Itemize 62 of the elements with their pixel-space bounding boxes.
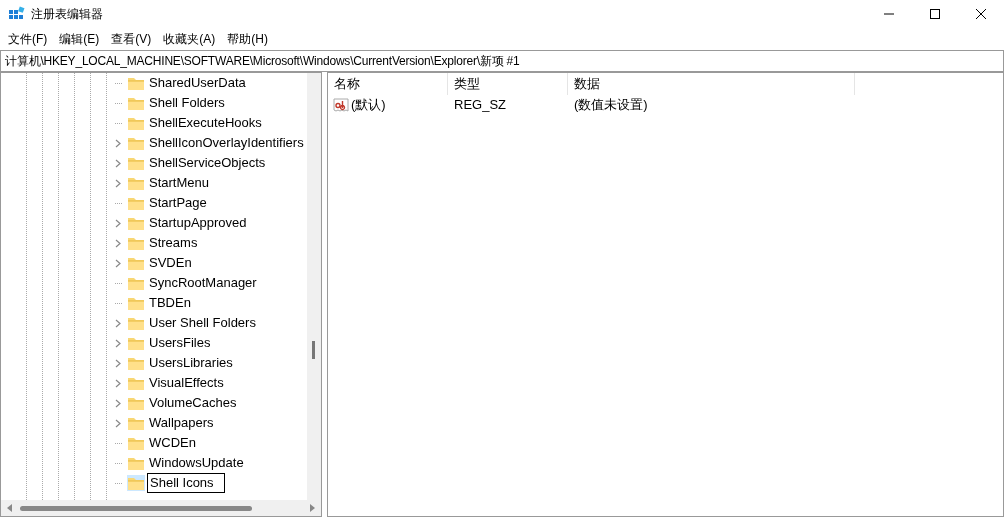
tree-item[interactable]: Streams — [149, 233, 198, 253]
folder-icon — [127, 115, 145, 131]
tree-item[interactable]: VolumeCaches — [149, 393, 237, 413]
folder-icon — [127, 155, 145, 171]
table-cell: (数值未设置) — [574, 97, 648, 113]
tree-item[interactable]: UsersLibraries — [149, 353, 233, 373]
tree-item[interactable]: VisualEffects — [149, 373, 224, 393]
menu-item[interactable]: 文件(F) — [2, 29, 54, 49]
column-header[interactable]: 类型 — [454, 74, 480, 94]
folder-icon — [127, 275, 145, 291]
folder-icon — [127, 295, 145, 311]
table-cell: REG_SZ — [454, 97, 506, 113]
folder-icon — [127, 315, 145, 331]
folder-icon — [127, 395, 145, 411]
menu-item[interactable]: 收藏夹(A) — [157, 29, 222, 49]
folder-icon — [127, 135, 145, 151]
horizontal-scrollbar[interactable] — [1, 500, 321, 516]
menu-item[interactable]: 帮助(H) — [221, 29, 274, 49]
tree-item[interactable]: UsersFiles — [149, 333, 211, 353]
tree-item[interactable]: ShellServiceObjects — [149, 153, 266, 173]
folder-icon — [127, 415, 145, 431]
rename-field[interactable]: Shell Icons — [147, 473, 225, 493]
tree-item[interactable]: WindowsUpdate — [149, 453, 244, 473]
close-icon — [976, 9, 986, 19]
folder-icon — [127, 255, 145, 271]
tree-item[interactable]: TBDEn — [149, 293, 191, 313]
menu-item[interactable]: 查看(V) — [105, 29, 158, 49]
tree-item[interactable]: SVDEn — [149, 253, 192, 273]
tree-item[interactable]: StartupApproved — [149, 213, 247, 233]
menu-item[interactable]: 编辑(E) — [53, 29, 106, 49]
vertical-scrollbar[interactable] — [307, 73, 321, 500]
folder-icon — [127, 75, 145, 91]
tree-item[interactable]: StartMenu — [149, 173, 209, 193]
folder-icon — [127, 475, 145, 491]
tree-item[interactable]: Wallpapers — [149, 413, 214, 433]
folder-icon — [127, 175, 145, 191]
folder-icon — [127, 455, 145, 471]
tree-item[interactable]: StartPage — [149, 193, 207, 213]
folder-icon — [127, 375, 145, 391]
maximize-icon — [930, 9, 940, 19]
scroll-right-icon[interactable] — [310, 504, 315, 512]
tree-item[interactable]: Shell Folders — [149, 93, 225, 113]
tree-item[interactable]: User Shell Folders — [149, 313, 256, 333]
folder-icon — [127, 215, 145, 231]
registry-editor-icon — [9, 6, 25, 22]
tree-item[interactable]: SharedUserData — [149, 73, 246, 93]
folder-icon — [127, 335, 145, 351]
folder-icon — [127, 195, 145, 211]
column-header[interactable]: 名称 — [334, 74, 360, 94]
window-title: 注册表编辑器 — [31, 6, 103, 23]
folder-icon — [127, 435, 145, 451]
tree-item[interactable]: ShellExecuteHooks — [149, 113, 262, 133]
tree-item[interactable]: ShellIconOverlayIdentifiers — [149, 133, 304, 153]
folder-icon — [127, 355, 145, 371]
table-cell-text: (默认) — [351, 96, 386, 115]
column-header[interactable]: 数据 — [574, 74, 600, 94]
tree-item[interactable]: SyncRootManager — [149, 273, 257, 293]
string-value-icon — [333, 97, 349, 113]
scroll-left-icon[interactable] — [7, 504, 12, 512]
folder-icon — [127, 235, 145, 251]
folder-icon — [127, 95, 145, 111]
tree-item[interactable]: WCDEn — [149, 433, 196, 453]
